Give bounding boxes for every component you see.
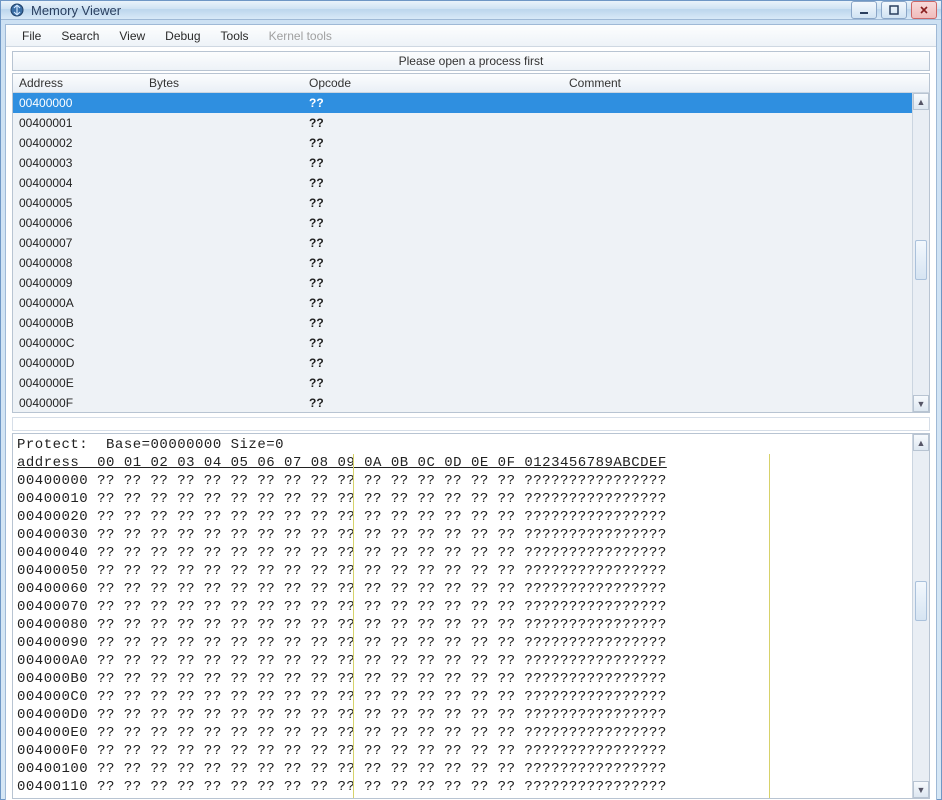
disasm-row[interactable]: 00400007?? bbox=[13, 233, 929, 253]
cell-address: 0040000E bbox=[13, 376, 143, 390]
hex-text[interactable]: Protect: Base=00000000 Size=0 address 00… bbox=[13, 434, 929, 798]
cell-opcode: ?? bbox=[303, 176, 563, 190]
cell-address: 0040000C bbox=[13, 336, 143, 350]
cell-opcode: ?? bbox=[303, 356, 563, 370]
cell-address: 00400001 bbox=[13, 116, 143, 130]
cell-address: 00400009 bbox=[13, 276, 143, 290]
column-header-bytes[interactable]: Bytes bbox=[143, 76, 303, 90]
hex-divider-line bbox=[769, 454, 770, 798]
title-bar[interactable]: Memory Viewer bbox=[1, 1, 941, 20]
disasm-row[interactable]: 00400002?? bbox=[13, 133, 929, 153]
cell-opcode: ?? bbox=[303, 216, 563, 230]
close-button[interactable] bbox=[911, 1, 937, 19]
scroll-up-arrow-icon[interactable]: ▲ bbox=[913, 434, 929, 451]
scroll-down-arrow-icon[interactable]: ▼ bbox=[913, 781, 929, 798]
cell-address: 0040000A bbox=[13, 296, 143, 310]
disasm-row[interactable]: 0040000F?? bbox=[13, 393, 929, 413]
cell-address: 00400004 bbox=[13, 176, 143, 190]
disasm-row[interactable]: 0040000D?? bbox=[13, 353, 929, 373]
scroll-thumb[interactable] bbox=[915, 581, 927, 621]
hex-protect-line: Protect: Base=00000000 Size=0 bbox=[17, 437, 284, 453]
disasm-row[interactable]: 00400003?? bbox=[13, 153, 929, 173]
maximize-button[interactable] bbox=[881, 1, 907, 19]
client-area: FileSearchViewDebugToolsKernel tools Ple… bbox=[5, 24, 937, 800]
cell-opcode: ?? bbox=[303, 196, 563, 210]
window-frame: Memory Viewer FileSearchViewDebugToolsKe… bbox=[0, 0, 942, 800]
scroll-track[interactable] bbox=[913, 110, 929, 395]
cell-opcode: ?? bbox=[303, 256, 563, 270]
disasm-row[interactable]: 00400000?? bbox=[13, 93, 929, 113]
cell-opcode: ?? bbox=[303, 156, 563, 170]
disassembly-panel: Address Bytes Opcode Comment 00400000??0… bbox=[12, 73, 930, 413]
menu-item-file[interactable]: File bbox=[12, 27, 51, 45]
menu-item-search[interactable]: Search bbox=[51, 27, 109, 45]
disassembly-body[interactable]: 00400000??00400001??00400002??00400003??… bbox=[12, 93, 930, 413]
column-header-opcode[interactable]: Opcode bbox=[303, 76, 563, 90]
cell-address: 00400002 bbox=[13, 136, 143, 150]
status-banner-text: Please open a process first bbox=[399, 54, 544, 68]
menu-bar: FileSearchViewDebugToolsKernel tools bbox=[6, 25, 936, 47]
splitter[interactable] bbox=[12, 417, 930, 431]
cell-opcode: ?? bbox=[303, 276, 563, 290]
cell-address: 00400006 bbox=[13, 216, 143, 230]
app-icon bbox=[9, 2, 25, 18]
cell-address: 0040000D bbox=[13, 356, 143, 370]
disasm-row[interactable]: 0040000E?? bbox=[13, 373, 929, 393]
cell-opcode: ?? bbox=[303, 316, 563, 330]
hex-divider-line bbox=[353, 454, 354, 798]
disassembly-scrollbar[interactable]: ▲ ▼ bbox=[912, 93, 929, 412]
disasm-row[interactable]: 00400006?? bbox=[13, 213, 929, 233]
scroll-track[interactable] bbox=[913, 451, 929, 781]
menu-item-debug[interactable]: Debug bbox=[155, 27, 210, 45]
hex-scrollbar[interactable]: ▲ ▼ bbox=[912, 434, 929, 798]
hex-header-line: address 00 01 02 03 04 05 06 07 08 09 0A… bbox=[17, 455, 667, 471]
scroll-up-arrow-icon[interactable]: ▲ bbox=[913, 93, 929, 110]
disasm-row[interactable]: 00400005?? bbox=[13, 193, 929, 213]
cell-address: 0040000B bbox=[13, 316, 143, 330]
disasm-row[interactable]: 00400009?? bbox=[13, 273, 929, 293]
cell-opcode: ?? bbox=[303, 236, 563, 250]
hex-rows[interactable]: 00400000 ?? ?? ?? ?? ?? ?? ?? ?? ?? ?? ?… bbox=[17, 473, 667, 795]
disasm-row[interactable]: 00400001?? bbox=[13, 113, 929, 133]
minimize-button[interactable] bbox=[851, 1, 877, 19]
cell-opcode: ?? bbox=[303, 376, 563, 390]
cell-opcode: ?? bbox=[303, 96, 563, 110]
cell-address: 00400008 bbox=[13, 256, 143, 270]
cell-opcode: ?? bbox=[303, 116, 563, 130]
menu-item-kernel-tools: Kernel tools bbox=[259, 27, 342, 45]
cell-address: 00400007 bbox=[13, 236, 143, 250]
disasm-row[interactable]: 00400004?? bbox=[13, 173, 929, 193]
disasm-row[interactable]: 0040000A?? bbox=[13, 293, 929, 313]
scroll-thumb[interactable] bbox=[915, 240, 927, 280]
disasm-row[interactable]: 0040000C?? bbox=[13, 333, 929, 353]
window-title: Memory Viewer bbox=[31, 3, 121, 18]
column-header-comment[interactable]: Comment bbox=[563, 76, 929, 90]
menu-item-view[interactable]: View bbox=[109, 27, 155, 45]
status-banner: Please open a process first bbox=[12, 51, 930, 71]
cell-address: 00400003 bbox=[13, 156, 143, 170]
cell-opcode: ?? bbox=[303, 296, 563, 310]
column-header-address[interactable]: Address bbox=[13, 76, 143, 90]
cell-address: 00400000 bbox=[13, 96, 143, 110]
cell-opcode: ?? bbox=[303, 396, 563, 410]
disassembly-header[interactable]: Address Bytes Opcode Comment bbox=[12, 73, 930, 93]
cell-opcode: ?? bbox=[303, 336, 563, 350]
scroll-down-arrow-icon[interactable]: ▼ bbox=[913, 395, 929, 412]
cell-address: 0040000F bbox=[13, 396, 143, 410]
menu-item-tools[interactable]: Tools bbox=[211, 27, 259, 45]
disasm-row[interactable]: 00400008?? bbox=[13, 253, 929, 273]
disasm-row[interactable]: 0040000B?? bbox=[13, 313, 929, 333]
cell-opcode: ?? bbox=[303, 136, 563, 150]
cell-address: 00400005 bbox=[13, 196, 143, 210]
hex-panel[interactable]: Protect: Base=00000000 Size=0 address 00… bbox=[12, 433, 930, 799]
